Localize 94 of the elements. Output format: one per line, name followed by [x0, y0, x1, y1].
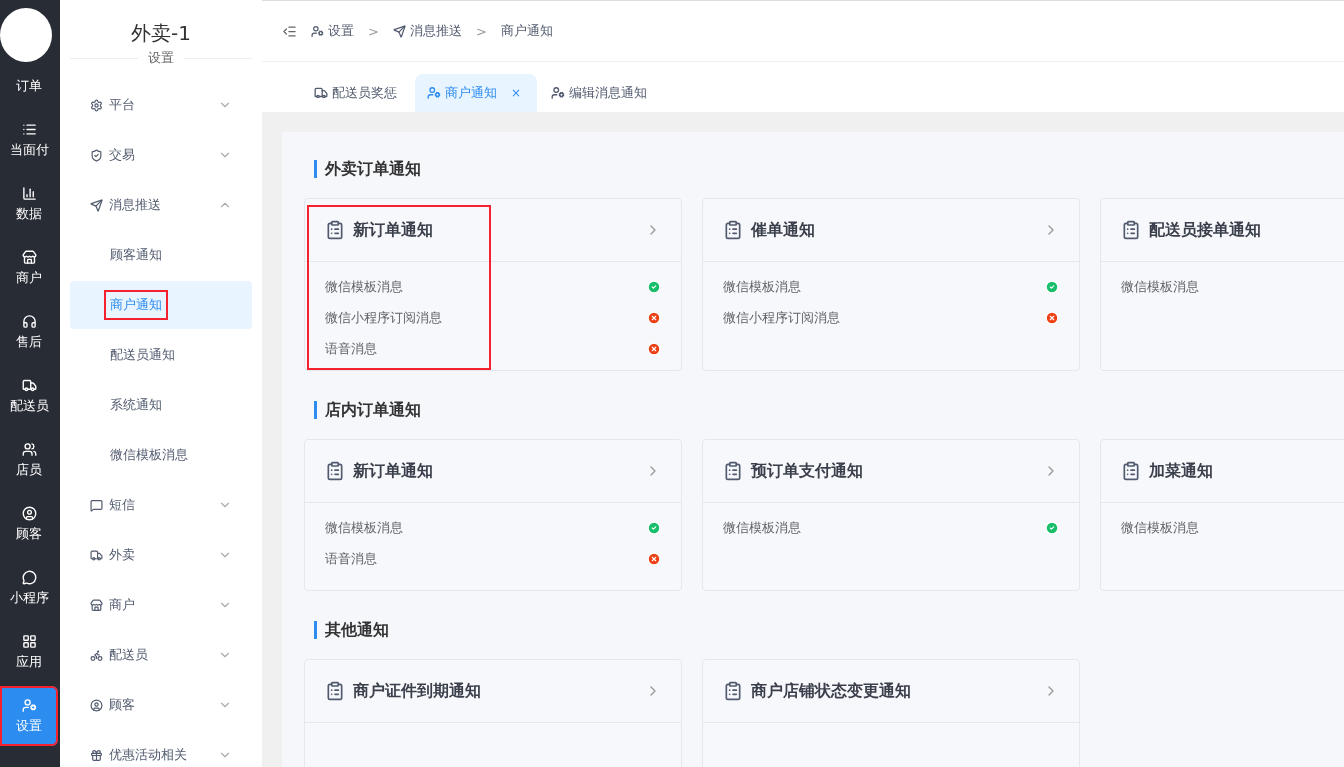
channel-label: 语音消息	[325, 340, 378, 358]
notification-card[interactable]: 新订单通知 微信模板消息 语音消息	[304, 439, 682, 591]
clipboard-icon	[325, 461, 345, 481]
notification-card[interactable]: 加菜通知 微信模板消息	[1100, 439, 1344, 591]
shield-icon	[90, 148, 103, 162]
clipboard-icon	[723, 461, 743, 481]
notification-card[interactable]: 预订单支付通知 微信模板消息	[702, 439, 1080, 591]
notification-card[interactable]: 商户证件到期通知	[304, 659, 682, 767]
menu-group[interactable]: 外卖	[70, 531, 252, 579]
rail-item[interactable]: 店员	[0, 430, 58, 490]
channel-label: 微信小程序订阅消息	[723, 309, 841, 327]
page-tab[interactable]: 编辑消息通知	[539, 74, 664, 112]
send-icon	[392, 24, 406, 38]
section-title: 外卖订单通知	[314, 160, 1344, 178]
rail-item[interactable]: 订单	[0, 66, 58, 106]
menu-group[interactable]: 消息推送	[70, 181, 252, 229]
clipboard-icon	[723, 220, 743, 240]
collapse-icon[interactable]	[282, 23, 297, 39]
user-circle-icon	[21, 505, 37, 521]
truck-icon	[314, 86, 328, 100]
menu-group[interactable]: 配送员	[70, 631, 252, 679]
menu-item[interactable]: 顾客通知	[70, 231, 252, 279]
clipboard-icon	[723, 681, 743, 701]
chat-icon	[21, 569, 37, 585]
settings-icon	[90, 98, 103, 112]
section-title: 店内订单通知	[314, 401, 1344, 419]
menu-group[interactable]: 交易	[70, 131, 252, 179]
breadcrumb-item[interactable]: 设置	[311, 22, 354, 40]
users-icon	[21, 441, 37, 457]
rail-item[interactable]: 当面付	[0, 110, 58, 170]
avatar	[0, 8, 52, 62]
rail-item[interactable]: 配送员	[0, 366, 58, 426]
card-title: 商户店铺状态变更通知	[751, 680, 912, 702]
channel-label: 微信模板消息	[325, 278, 404, 296]
menu-item[interactable]: 微信模板消息	[70, 431, 252, 479]
menu-group[interactable]: 商户	[70, 581, 252, 629]
channel-label: 微信模板消息	[723, 519, 802, 537]
notification-card[interactable]: 配送员接单通知 微信模板消息	[1100, 198, 1344, 371]
card-title: 预订单支付通知	[751, 460, 864, 482]
card-title: 商户证件到期通知	[353, 680, 482, 702]
notification-card[interactable]: 催单通知 微信模板消息 微信小程序订阅消息	[702, 198, 1080, 371]
menu-group[interactable]: 顾客	[70, 681, 252, 729]
channel-label: 微信模板消息	[1121, 278, 1200, 296]
gift-icon	[90, 748, 103, 762]
channel-label: 微信小程序订阅消息	[325, 309, 443, 327]
grid-icon	[21, 633, 37, 649]
list-icon	[21, 121, 37, 137]
user-gear-icon	[427, 86, 441, 100]
rail-item[interactable]: 售后	[0, 302, 58, 362]
menu-group[interactable]: 优惠活动相关	[70, 731, 252, 767]
channel-label: 语音消息	[325, 550, 378, 568]
section-title: 其他通知	[314, 621, 1344, 639]
clipboard-icon	[325, 681, 345, 701]
card-title: 新订单通知	[353, 460, 434, 482]
rail-item[interactable]: 小程序	[0, 558, 58, 618]
rail-item[interactable]: 数据	[0, 174, 58, 234]
store-icon	[21, 249, 37, 265]
message-icon	[90, 498, 103, 512]
menu-group[interactable]: 短信	[70, 481, 252, 529]
store-title: 外卖-1	[130, 20, 192, 47]
breadcrumb-separator: >	[475, 23, 487, 39]
breadcrumb-item[interactable]: 消息推送	[392, 22, 462, 40]
truck-icon	[21, 377, 37, 393]
channel-label: 微信模板消息	[1121, 519, 1200, 537]
bike-icon	[90, 648, 103, 662]
page-tab[interactable]: 配送员奖惩	[302, 74, 413, 112]
breadcrumb-separator: >	[368, 23, 379, 39]
rail-item[interactable]: 商户	[0, 238, 58, 298]
send-icon	[90, 198, 103, 212]
channel-label: 微信模板消息	[325, 519, 404, 537]
user-gear-icon	[311, 24, 324, 38]
user-gear-icon	[551, 86, 566, 100]
menu-item[interactable]: 系统通知	[70, 381, 252, 429]
rail-item[interactable]: 应用	[0, 622, 58, 682]
notification-card[interactable]: 新订单通知 微信模板消息 微信小程序订阅消息 语音消息	[304, 198, 682, 371]
clipboard-icon	[1121, 220, 1141, 240]
rail-item[interactable]: 顾客	[0, 494, 58, 554]
clipboard-icon	[325, 220, 345, 240]
truck-icon	[90, 548, 103, 562]
menu-group[interactable]: 平台	[70, 81, 252, 129]
card-title: 加菜通知	[1149, 460, 1214, 482]
card-title: 配送员接单通知	[1149, 219, 1262, 241]
section-subtitle: 设置	[148, 49, 174, 67]
card-title: 催单通知	[751, 219, 816, 241]
store-icon	[90, 598, 103, 612]
clipboard-icon	[1121, 461, 1141, 481]
card-title: 新订单通知	[353, 219, 434, 241]
breadcrumb-item[interactable]: 商户通知	[500, 22, 553, 40]
user-gear-icon	[21, 697, 37, 713]
headphones-icon	[21, 313, 37, 329]
user-circle-icon	[90, 698, 103, 712]
channel-label: 微信模板消息	[723, 278, 802, 296]
notification-card[interactable]: 商户店铺状态变更通知	[702, 659, 1080, 767]
menu-item[interactable]: 配送员通知	[70, 331, 252, 379]
